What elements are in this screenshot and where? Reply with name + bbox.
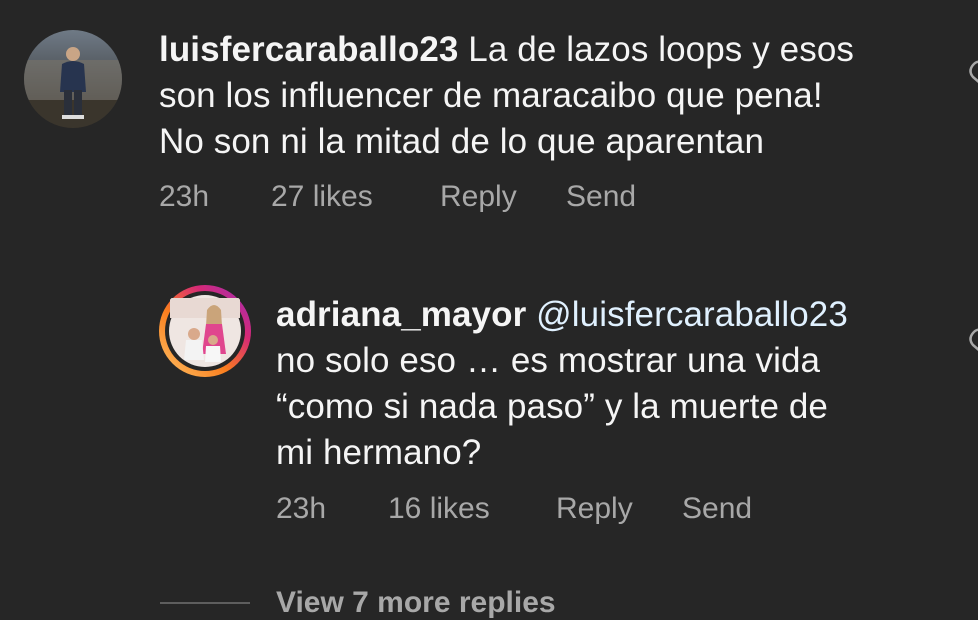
likes-count[interactable]: 16 likes: [388, 492, 556, 526]
comment-username[interactable]: adriana_mayor: [276, 295, 526, 334]
view-more-replies[interactable]: View 7 more replies: [160, 586, 556, 620]
avatar[interactable]: [158, 284, 252, 378]
comment-line-2: son los influencer de maracaibo que pena…: [159, 76, 823, 115]
comment-line-1: no solo eso … es mostrar una vida: [276, 341, 821, 380]
reply-button[interactable]: Reply: [440, 180, 566, 214]
story-ring-avatar-icon: [159, 285, 251, 377]
comment-actions: 23h 16 likes Reply Send: [276, 492, 752, 526]
comment-username[interactable]: luisfercaraballo23: [159, 30, 458, 69]
send-button[interactable]: Send: [566, 180, 636, 214]
comment-line-1: La de lazos loops y esos: [468, 30, 854, 69]
like-heart-icon[interactable]: [962, 326, 978, 352]
comment-actions: 23h 27 likes Reply Send: [159, 180, 636, 214]
send-button[interactable]: Send: [682, 492, 752, 526]
reply-button[interactable]: Reply: [556, 492, 682, 526]
comment-time: 23h: [276, 492, 327, 525]
like-heart-icon[interactable]: [962, 58, 978, 84]
view-more-replies-label[interactable]: View 7 more replies: [276, 586, 556, 620]
person-photo-avatar-icon: [24, 30, 122, 128]
comment-text: adriana_mayor @luisfercaraballo23 no sol…: [276, 292, 848, 476]
avatar[interactable]: [24, 30, 122, 128]
divider-line: [160, 602, 250, 604]
comment-time: 23h: [159, 180, 210, 213]
comment-text: luisfercaraballo23 La de lazos loops y e…: [159, 27, 854, 165]
comment-line-2: “como si nada paso” y la muerte de: [276, 387, 829, 426]
comment-line-3: mi hermano?: [276, 433, 482, 472]
comment-line-3: No son ni la mitad de lo que aparentan: [159, 122, 765, 161]
likes-count[interactable]: 27 likes: [271, 180, 440, 214]
mention-link[interactable]: @luisfercaraballo23: [536, 295, 848, 334]
